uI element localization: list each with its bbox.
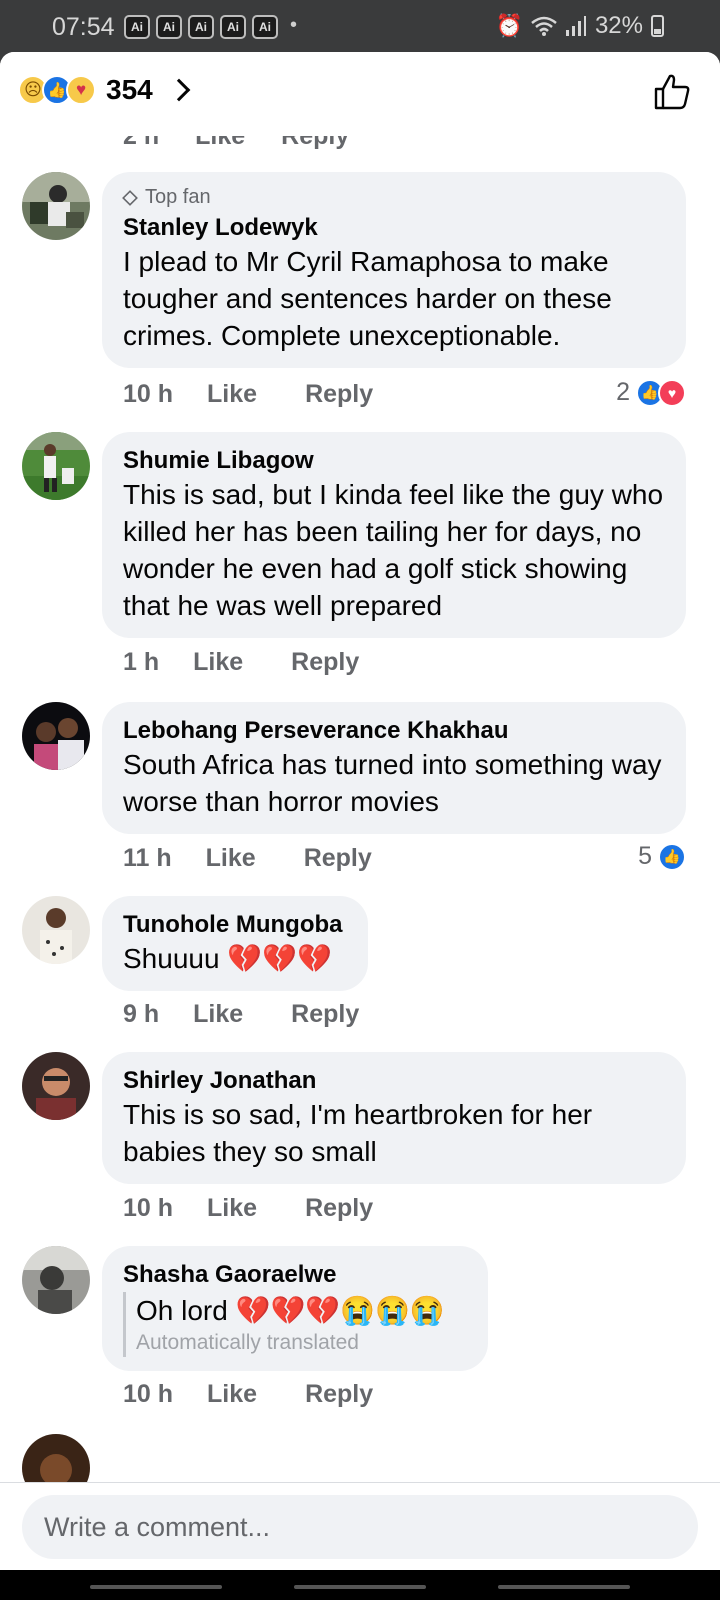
reactions-count: 354 — [106, 74, 153, 105]
like-link[interactable]: Like — [206, 844, 256, 873]
badge-label: Top fan — [145, 186, 211, 208]
status-bar: 07:54 Ai Ai Ai Ai Ai • ⏰ 32% — [0, 0, 720, 52]
comment-bubble[interactable]: Tunohole Mungoba Shuuuu 💔💔💔 — [102, 896, 368, 991]
alarm-icon: ⏰ — [495, 13, 523, 38]
like-link[interactable]: Like — [193, 1000, 243, 1029]
ai-badge: Ai — [188, 15, 214, 39]
comment-author[interactable]: Shumie Libagow — [123, 446, 666, 476]
comments-list[interactable]: 2 h Like Reply Top fan Stanley Lodewyk I… — [0, 136, 720, 1534]
avatar[interactable] — [22, 1052, 90, 1120]
like-link[interactable]: Like — [193, 648, 243, 677]
notification-dot: • — [290, 14, 298, 36]
avatar[interactable] — [22, 702, 90, 770]
ai-badge: Ai — [220, 15, 246, 39]
like-button-icon[interactable] — [652, 72, 692, 112]
comment-time: 2 h — [123, 136, 160, 150]
status-time: 07:54 — [52, 13, 115, 41]
reaction-count: 5 — [638, 842, 652, 870]
comment-meta: 10 h Like Reply — [123, 1194, 373, 1223]
reply-link[interactable]: Reply — [304, 844, 372, 873]
comment-author[interactable]: Lebohang Perseverance Khakhau — [123, 716, 666, 746]
avatar[interactable] — [22, 1246, 90, 1314]
care-reaction-icon: ♥ — [66, 75, 96, 105]
comment-time: 10 h — [123, 380, 174, 408]
translated-block: Oh lord 💔💔💔😭😭😭 Automatically translated — [123, 1292, 468, 1357]
comment-time: 11 h — [123, 844, 172, 872]
diamond-icon — [122, 189, 138, 206]
translation-note[interactable]: Automatically translated — [136, 1329, 468, 1357]
comment-time: 10 h — [123, 1380, 174, 1408]
like-reaction-icon: 👍 — [658, 842, 686, 871]
comment-bubble[interactable]: Shumie Libagow This is sad, but I kinda … — [102, 432, 686, 638]
love-reaction-icon: ♥ — [658, 378, 686, 407]
avatar[interactable] — [22, 896, 90, 964]
ai-badge: Ai — [156, 15, 182, 39]
previous-comment-meta: 2 h Like Reply — [123, 136, 349, 151]
comment-author[interactable]: Shasha Gaoraelwe — [123, 1260, 468, 1290]
comment-time: 10 h — [123, 1194, 174, 1222]
comment-input[interactable] — [22, 1495, 698, 1559]
battery-percent: 32% — [594, 12, 643, 39]
avatar[interactable] — [22, 432, 90, 500]
comment-text: This is sad, but I kinda feel like the g… — [123, 479, 664, 621]
phone-screen: 07:54 Ai Ai Ai Ai Ai • ⏰ 32% ☹ 👍 ♥ 354 2… — [0, 0, 720, 1600]
comment-bubble[interactable]: Lebohang Perseverance Khakhau South Afri… — [102, 702, 686, 834]
comment-author[interactable]: Shirley Jonathan — [123, 1066, 666, 1096]
comment-meta: 10 h Like Reply — [123, 1380, 373, 1409]
status-icons: ⏰ 32% — [496, 12, 664, 40]
comment-text: I plead to Mr Cyril Ramaphosa to make to… — [123, 246, 612, 351]
wifi-icon — [531, 16, 557, 36]
ai-badge: Ai — [252, 15, 278, 39]
avatar[interactable] — [22, 172, 90, 240]
system-nav-bar — [0, 1570, 720, 1600]
comment-author[interactable]: Tunohole Mungoba — [123, 910, 348, 940]
comment-text: South Africa has turned into something w… — [123, 749, 662, 817]
back-handle[interactable] — [498, 1585, 630, 1589]
reply-link[interactable]: Reply — [305, 1380, 373, 1409]
comment-bubble[interactable]: Shasha Gaoraelwe Oh lord 💔💔💔😭😭😭 Automati… — [102, 1246, 488, 1371]
comment-time: 9 h — [123, 1000, 160, 1028]
ai-badge: Ai — [124, 15, 150, 39]
reply-link[interactable]: Reply — [281, 136, 349, 151]
like-link[interactable]: Like — [207, 1380, 257, 1409]
comment-meta: 9 h Like Reply — [123, 1000, 359, 1029]
like-link[interactable]: Like — [195, 136, 245, 151]
comment-meta: 10 h Like Reply — [123, 380, 373, 409]
home-handle[interactable] — [294, 1585, 426, 1589]
comment-meta: 1 h Like Reply — [123, 648, 359, 677]
comment-author[interactable]: Stanley Lodewyk — [123, 213, 666, 243]
ai-badges: Ai Ai Ai Ai Ai — [124, 15, 278, 39]
comment-meta: 11 h Like Reply — [123, 844, 372, 873]
signal-icon — [565, 16, 586, 36]
comment-text: Shuuuu 💔💔💔 — [123, 943, 332, 974]
like-link[interactable]: Like — [207, 380, 257, 409]
recents-handle[interactable] — [90, 1585, 222, 1589]
reactions-summary[interactable]: ☹ 👍 ♥ 354 — [18, 74, 191, 106]
reply-link[interactable]: Reply — [305, 380, 373, 409]
comment-bubble[interactable]: Shirley Jonathan This is so sad, I'm hea… — [102, 1052, 686, 1184]
sheet-header: ☹ 👍 ♥ 354 — [0, 52, 720, 136]
reply-link[interactable]: Reply — [305, 1194, 373, 1223]
comment-text: Oh lord 💔💔💔😭😭😭 — [136, 1295, 445, 1326]
battery-icon — [651, 15, 664, 37]
comment-reactions[interactable]: 5 👍 — [638, 842, 686, 871]
comment-reactions[interactable]: 2 👍 ♥ — [616, 378, 686, 407]
reaction-count: 2 — [616, 378, 630, 406]
comment-time: 1 h — [123, 648, 160, 676]
comment-text: This is so sad, I'm heartbroken for her … — [123, 1099, 593, 1167]
top-fan-badge: Top fan — [122, 186, 666, 209]
comment-composer — [0, 1482, 720, 1570]
reply-link[interactable]: Reply — [291, 648, 359, 677]
comments-sheet: ☹ 👍 ♥ 354 2 h Like Reply Top fan Stanley… — [0, 52, 720, 1570]
comment-bubble[interactable]: Top fan Stanley Lodewyk I plead to Mr Cy… — [102, 172, 686, 368]
chevron-right-icon — [167, 78, 191, 102]
like-link[interactable]: Like — [207, 1194, 257, 1223]
reply-link[interactable]: Reply — [291, 1000, 359, 1029]
